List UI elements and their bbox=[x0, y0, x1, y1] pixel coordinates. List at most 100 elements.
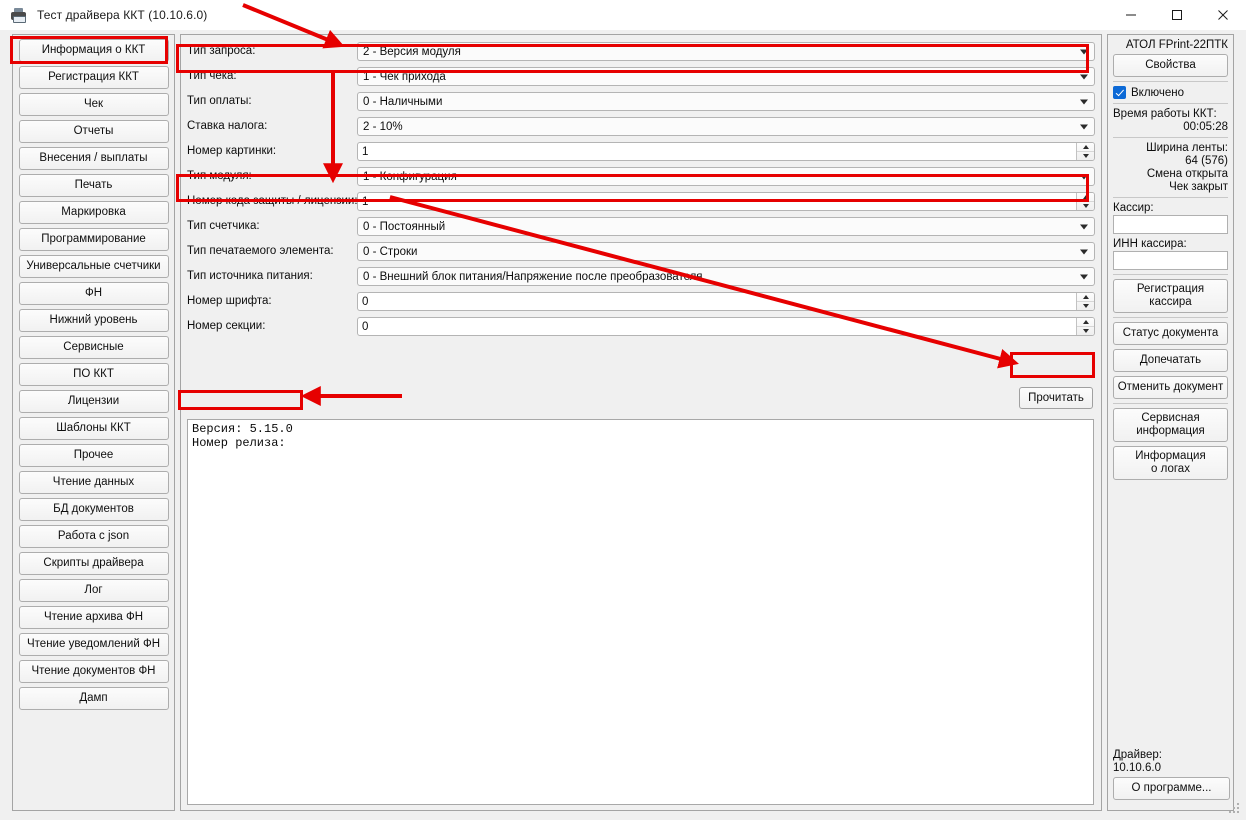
sidebar-item-5[interactable]: Печать bbox=[18, 174, 169, 197]
checkbox-check-icon bbox=[1113, 86, 1126, 99]
panel-button-line: кассира bbox=[1149, 296, 1192, 308]
sidebar-item-7[interactable]: Программирование bbox=[18, 228, 169, 251]
form-row-2: Тип оплаты: 0 - Наличными bbox=[181, 91, 1101, 116]
panel-button-5[interactable]: Информация о логах bbox=[1113, 446, 1228, 480]
minimize-icon[interactable] bbox=[1108, 0, 1154, 30]
tape-width-value: 64 (576) bbox=[1185, 155, 1228, 167]
sidebar-item-13[interactable]: Лицензии bbox=[18, 390, 169, 413]
sidebar-item-20[interactable]: Лог bbox=[18, 579, 169, 602]
spinner-up-icon[interactable] bbox=[1077, 318, 1094, 327]
separator bbox=[1113, 81, 1228, 82]
separator bbox=[1113, 197, 1228, 198]
close-icon[interactable] bbox=[1200, 0, 1246, 30]
form-row-9: Тип источника питания: 0 - Внешний блок п… bbox=[181, 266, 1101, 291]
combobox-5[interactable]: 1 - Конфигурация bbox=[357, 167, 1095, 186]
sidebar-item-12[interactable]: ПО ККТ bbox=[18, 363, 169, 386]
form-control-wrap-5: 1 - Конфигурация bbox=[357, 167, 1095, 186]
separator bbox=[1113, 137, 1228, 138]
spinner-buttons-6[interactable] bbox=[1076, 193, 1094, 210]
combobox-2[interactable]: 0 - Наличными bbox=[357, 92, 1095, 111]
maximize-icon[interactable] bbox=[1154, 0, 1200, 30]
chevron-down-icon bbox=[1080, 49, 1088, 54]
form-row-4: Номер картинки: 1 bbox=[181, 141, 1101, 166]
separator bbox=[1113, 103, 1228, 104]
panel-button-0[interactable]: Регистрация кассира bbox=[1113, 279, 1228, 313]
separator bbox=[1113, 317, 1228, 318]
sidebar-item-11[interactable]: Сервисные bbox=[18, 336, 169, 359]
sidebar-item-6[interactable]: Маркировка bbox=[18, 201, 169, 224]
sidebar-item-16[interactable]: Чтение данных bbox=[18, 471, 169, 494]
combobox-1[interactable]: 1 - Чек прихода bbox=[357, 67, 1095, 86]
spinner-10[interactable]: 0 bbox=[357, 292, 1095, 311]
cashier-inn-label: ИНН кассира: bbox=[1113, 238, 1187, 250]
panel-button-line: о логах bbox=[1151, 463, 1190, 475]
sidebar-item-15[interactable]: Прочее bbox=[18, 444, 169, 467]
spinner-4[interactable]: 1 bbox=[357, 142, 1095, 161]
form-label-11: Номер секции: bbox=[187, 320, 266, 332]
form-control-wrap-3: 2 - 10% bbox=[357, 117, 1095, 136]
resize-grip[interactable] bbox=[1226, 800, 1239, 813]
panel-button-4[interactable]: Сервисная информация bbox=[1113, 408, 1228, 442]
spinner-buttons-10[interactable] bbox=[1076, 293, 1094, 310]
panel-button-3[interactable]: Отменить документ bbox=[1113, 376, 1228, 399]
spinner-11[interactable]: 0 bbox=[357, 317, 1095, 336]
form-control-wrap-2: 0 - Наличными bbox=[357, 92, 1095, 111]
spinner-down-icon[interactable] bbox=[1077, 152, 1094, 160]
sidebar-item-1[interactable]: Регистрация ККТ bbox=[18, 66, 169, 89]
sidebar-item-22[interactable]: Чтение уведомлений ФН bbox=[18, 633, 169, 656]
spinner-6[interactable]: 1 bbox=[357, 192, 1095, 211]
driver-info: Драйвер: 10.10.6.0 О программе... bbox=[1113, 749, 1230, 804]
cashier-input[interactable] bbox=[1113, 215, 1228, 234]
sidebar-item-2[interactable]: Чек bbox=[18, 93, 169, 116]
sidebar-item-9[interactable]: ФН bbox=[18, 282, 169, 305]
combobox-value-7: 0 - Постоянный bbox=[363, 220, 446, 233]
parameters-form: Тип запроса: 2 - Версия модуля Тип чека: 1 … bbox=[181, 41, 1101, 341]
sidebar-item-0[interactable]: Информация о ККТ bbox=[18, 39, 169, 62]
read-button[interactable]: Прочитать bbox=[1019, 387, 1093, 409]
spinner-down-icon[interactable] bbox=[1077, 202, 1094, 210]
form-label-1: Тип чека: bbox=[187, 70, 237, 82]
spinner-down-icon[interactable] bbox=[1077, 327, 1094, 335]
spinner-up-icon[interactable] bbox=[1077, 193, 1094, 202]
form-row-6: Номер кода защиты / лицензии: 1 bbox=[181, 191, 1101, 216]
spinner-up-icon[interactable] bbox=[1077, 143, 1094, 152]
sidebar-item-19[interactable]: Скрипты драйвера bbox=[18, 552, 169, 575]
spinner-down-icon[interactable] bbox=[1077, 302, 1094, 310]
enabled-checkbox[interactable]: Включено bbox=[1113, 86, 1228, 99]
sidebar-item-21[interactable]: Чтение архива ФН bbox=[18, 606, 169, 629]
title-bar: Тест драйвера ККТ (10.10.6.0) bbox=[0, 0, 1246, 30]
chevron-down-icon bbox=[1080, 224, 1088, 229]
combobox-value-8: 0 - Строки bbox=[363, 245, 418, 258]
form-row-5: Тип модуля: 1 - Конфигурация bbox=[181, 166, 1101, 191]
sidebar-item-4[interactable]: Внесения / выплаты bbox=[18, 147, 169, 170]
combobox-7[interactable]: 0 - Постоянный bbox=[357, 217, 1095, 236]
sidebar-item-14[interactable]: Шаблоны ККТ bbox=[18, 417, 169, 440]
sidebar-item-3[interactable]: Отчеты bbox=[18, 120, 169, 143]
panel-button-1[interactable]: Статус документа bbox=[1113, 322, 1228, 345]
sidebar-item-23[interactable]: Чтение документов ФН bbox=[18, 660, 169, 683]
combobox-0[interactable]: 2 - Версия модуля bbox=[357, 42, 1095, 61]
combobox-9[interactable]: 0 - Внешний блок питания/Напряжение посл… bbox=[357, 267, 1095, 286]
sidebar-item-18[interactable]: Работа с json bbox=[18, 525, 169, 548]
spinner-buttons-4[interactable] bbox=[1076, 143, 1094, 160]
chevron-down-icon bbox=[1080, 249, 1088, 254]
sidebar-item-10[interactable]: Нижний уровень bbox=[18, 309, 169, 332]
sidebar-item-8[interactable]: Универсальные счетчики bbox=[18, 255, 169, 278]
chevron-down-icon bbox=[1080, 274, 1088, 279]
panel-button-line: Отменить документ bbox=[1117, 381, 1224, 393]
output-textarea[interactable]: Версия: 5.15.0 Номер релиза: bbox=[187, 419, 1094, 805]
panel-button-line: Допечатать bbox=[1139, 354, 1202, 366]
spinner-up-icon[interactable] bbox=[1077, 293, 1094, 302]
sidebar-item-17[interactable]: БД документов bbox=[18, 498, 169, 521]
form-label-4: Номер картинки: bbox=[187, 145, 277, 157]
sidebar-item-24[interactable]: Дамп bbox=[18, 687, 169, 710]
form-control-wrap-7: 0 - Постоянный bbox=[357, 217, 1095, 236]
spinner-buttons-11[interactable] bbox=[1076, 318, 1094, 335]
properties-button[interactable]: Свойства bbox=[1113, 54, 1228, 77]
combobox-8[interactable]: 0 - Строки bbox=[357, 242, 1095, 261]
cashier-inn-input[interactable] bbox=[1113, 251, 1228, 270]
panel-button-2[interactable]: Допечатать bbox=[1113, 349, 1228, 372]
combobox-3[interactable]: 2 - 10% bbox=[357, 117, 1095, 136]
form-control-wrap-0: 2 - Версия модуля bbox=[357, 42, 1095, 61]
about-button[interactable]: О программе... bbox=[1113, 777, 1230, 800]
